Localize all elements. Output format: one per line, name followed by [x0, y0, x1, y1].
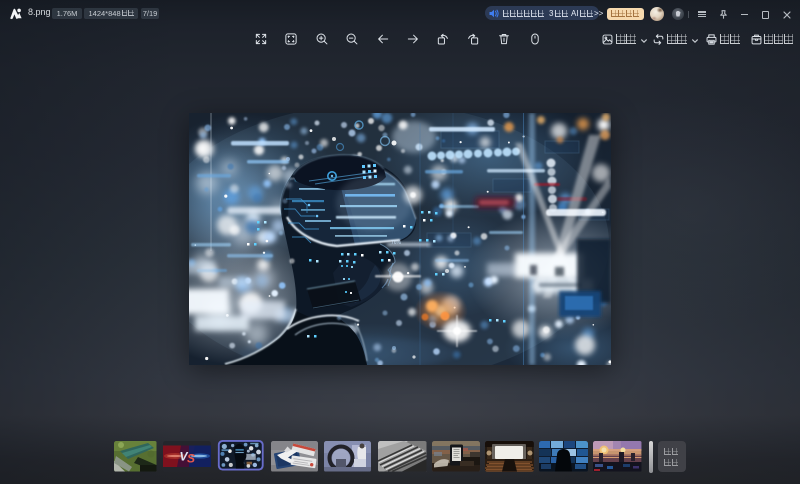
- svg-text:S: S: [187, 452, 195, 466]
- svg-text:76%: 76%: [391, 240, 402, 246]
